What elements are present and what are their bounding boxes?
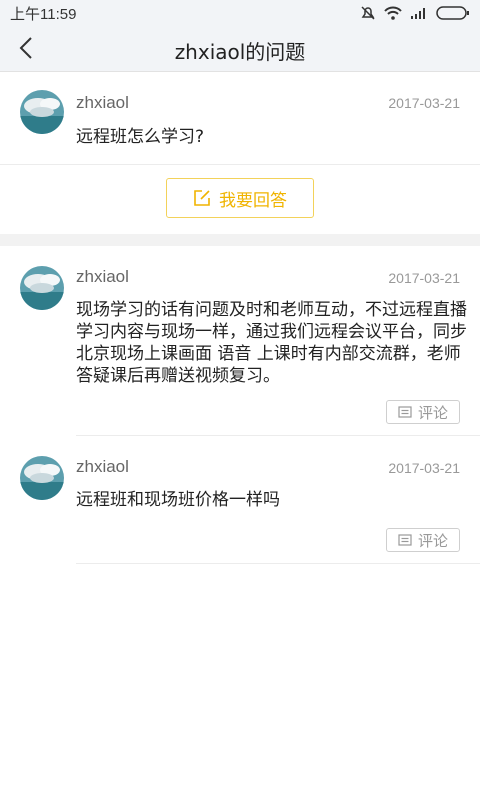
divider [0,164,480,165]
avatar-cloud-icon [20,456,64,500]
avatar[interactable] [20,90,64,134]
status-bar: 上午11:59 [0,0,480,26]
answer-button-label: 我要回答 [219,190,287,211]
answer-item: zhxiaol 2017-03-21 远程班和现场班价格一样吗 评论 [0,436,480,564]
avatar[interactable] [20,456,64,500]
edit-icon [194,190,210,206]
question-date: 2017-03-21 [388,95,460,111]
question-username[interactable]: zhxiaol [76,93,129,113]
status-icons [360,5,470,21]
battery-icon [436,6,469,20]
page-title: zhxiaol的问题 [174,40,306,64]
question-text: 远程班怎么学习? [76,127,205,147]
answer-date: 2017-03-21 [388,270,460,286]
answer-username[interactable]: zhxiaol [76,267,129,287]
nav-bar: zhxiaol的问题 [0,26,480,72]
section-gap [0,234,480,246]
comment-button[interactable]: 评论 [386,528,460,552]
mute-icon [361,6,375,20]
wifi-icon [384,6,402,20]
answer-item: zhxiaol 2017-03-21 现场学习的话有问题及时和老师互动，不过远程… [0,246,480,436]
answer-text: 现场学习的话有问题及时和老师互动，不过远程直播学习内容与现场一样，通过我们远程会… [76,300,467,386]
signal-icon [411,8,425,19]
avatar-cloud-icon [20,266,64,310]
status-time: 上午11:59 [10,5,77,23]
answer-date: 2017-03-21 [388,460,460,476]
comment-button[interactable]: 评论 [386,400,460,424]
answer-username[interactable]: zhxiaol [76,457,129,477]
comment-button-label: 评论 [417,403,448,422]
comment-icon [398,534,412,546]
avatar-cloud-icon [20,90,64,134]
answer-text: 远程班和现场班价格一样吗 [76,490,280,510]
divider [76,563,480,564]
comment-icon [398,406,412,418]
answer-button[interactable]: 我要回答 [166,178,314,218]
avatar[interactable] [20,266,64,310]
comment-button-label: 评论 [417,531,448,550]
